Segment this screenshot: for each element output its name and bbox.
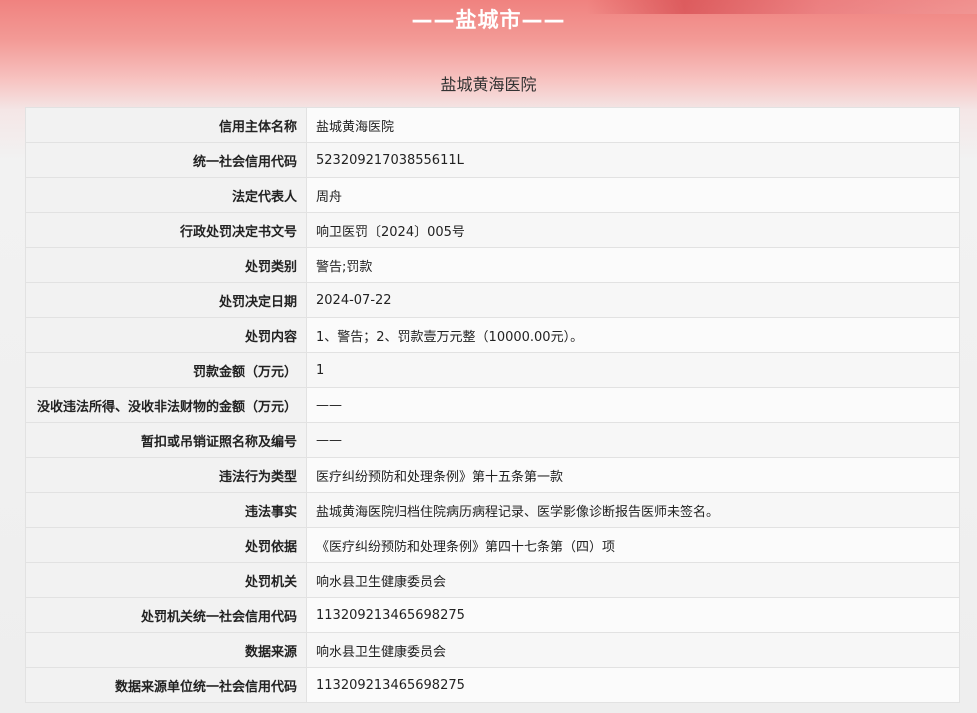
organization-title: 盐城黄海医院 [440,75,537,94]
field-label: 罚款金额（万元） [25,352,307,388]
city-title: ——盐城市—— [411,8,566,32]
field-label: 处罚类别 [25,247,307,283]
table-row: 违法事实 盐城黄海医院归档住院病历病程记录、医学影像诊断报告医师未签名。 [25,492,960,528]
field-label: 统一社会信用代码 [25,142,307,178]
field-label: 暂扣或吊销证照名称及编号 [25,422,307,458]
penalty-info-table: 信用主体名称 盐城黄海医院 统一社会信用代码 52320921703855611L 法定… [25,107,960,703]
field-label: 处罚内容 [25,317,307,353]
field-value: 113209213465698275 [306,667,960,703]
field-value: 2024-07-22 [306,282,960,318]
table-row: 处罚决定日期 2024-07-22 [25,282,960,318]
field-value: 盐城黄海医院归档住院病历病程记录、医学影像诊断报告医师未签名。 [306,492,960,528]
field-label: 处罚决定日期 [25,282,307,318]
field-value: 盐城黄海医院 [306,107,960,143]
field-value: 警告;罚款 [306,247,960,283]
field-label: 法定代表人 [25,177,307,213]
table-row: 数据来源 响水县卫生健康委员会 [25,632,960,668]
field-label: 数据来源 [25,632,307,668]
table-row: 处罚机关统一社会信用代码 113209213465698275 [25,597,960,633]
table-row: 处罚依据 《医疗纠纷预防和处理条例》第四十七条第（四）项 [25,527,960,563]
field-label: 数据来源单位统一社会信用代码 [25,667,307,703]
table-row: 违法行为类型 医疗纠纷预防和处理条例》第十五条第一款 [25,457,960,493]
table-row: 暂扣或吊销证照名称及编号 —— [25,422,960,458]
table-row: 统一社会信用代码 52320921703855611L [25,142,960,178]
table-row: 罚款金额（万元） 1 [25,352,960,388]
table-row: 信用主体名称 盐城黄海医院 [25,107,960,143]
field-value: 1 [306,352,960,388]
field-value: 周舟 [306,177,960,213]
table-row: 数据来源单位统一社会信用代码 113209213465698275 [25,667,960,703]
field-label: 违法行为类型 [25,457,307,493]
field-label: 处罚机关 [25,562,307,598]
field-value: 52320921703855611L [306,142,960,178]
field-label: 信用主体名称 [25,107,307,143]
field-value: 医疗纠纷预防和处理条例》第十五条第一款 [306,457,960,493]
field-value: —— [306,422,960,458]
field-label: 处罚机关统一社会信用代码 [25,597,307,633]
field-label: 处罚依据 [25,527,307,563]
table-row: 处罚内容 1、警告；2、罚款壹万元整（10000.00元）。 [25,317,960,353]
table-row: 法定代表人 周舟 [25,177,960,213]
field-value: 响卫医罚〔2024〕005号 [306,212,960,248]
field-value: 113209213465698275 [306,597,960,633]
field-value: —— [306,387,960,423]
table-row: 处罚机关 响水县卫生健康委员会 [25,562,960,598]
field-value: 《医疗纠纷预防和处理条例》第四十七条第（四）项 [306,527,960,563]
field-label: 行政处罚决定书文号 [25,212,307,248]
field-label: 没收违法所得、没收非法财物的金额（万元） [25,387,307,423]
field-label: 违法事实 [25,492,307,528]
table-row: 处罚类别 警告;罚款 [25,247,960,283]
table-row: 没收违法所得、没收非法财物的金额（万元） —— [25,387,960,423]
field-value: 1、警告；2、罚款壹万元整（10000.00元）。 [306,317,960,353]
field-value: 响水县卫生健康委员会 [306,562,960,598]
table-row: 行政处罚决定书文号 响卫医罚〔2024〕005号 [25,212,960,248]
field-value: 响水县卫生健康委员会 [306,632,960,668]
